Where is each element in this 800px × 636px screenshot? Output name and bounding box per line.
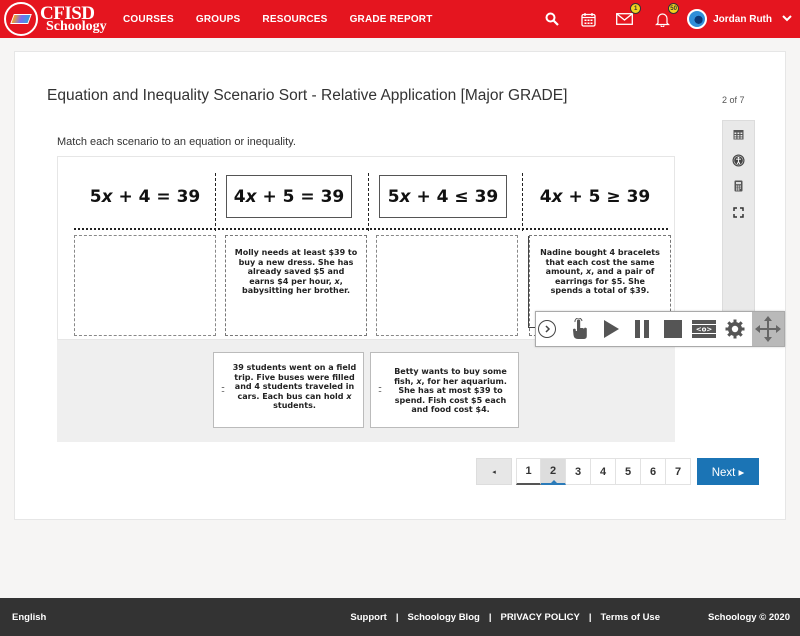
fullscreen-icon[interactable] xyxy=(723,199,754,225)
nav-courses[interactable]: COURSES xyxy=(123,14,174,25)
drop-zone-3[interactable] xyxy=(376,235,518,336)
column-divider xyxy=(368,173,369,231)
placed-scenario-card[interactable]: Nadine bought 4 bracelets that each cost… xyxy=(530,236,670,296)
toolbar-connector-line xyxy=(528,236,535,328)
page-title: Equation and Inequality Scenario Sort - … xyxy=(47,87,568,104)
collapse-toolbar-icon[interactable] xyxy=(538,320,556,338)
scenario-card-text: Betty wants to buy some fish, x, for her… xyxy=(394,367,507,415)
category-header-2: 4x + 5 = 39 xyxy=(226,175,352,218)
nav-grade-report[interactable]: GRADE REPORT xyxy=(350,14,433,25)
page-4-button[interactable]: 4 xyxy=(591,458,616,485)
graduation-cap-icon xyxy=(4,2,38,36)
assessment-card: Equation and Inequality Scenario Sort - … xyxy=(14,51,786,520)
language-selector[interactable]: English xyxy=(12,612,46,623)
messages-icon[interactable]: 1 xyxy=(615,3,642,28)
scenario-card-text: 39 students went on a field trip. Five b… xyxy=(232,363,357,411)
notifications-badge: 50 xyxy=(668,3,680,14)
drag-handle-icon[interactable]: :: xyxy=(221,385,225,394)
chevron-down-icon[interactable] xyxy=(782,14,792,25)
point-and-read-icon[interactable] xyxy=(564,312,595,346)
next-button[interactable]: Next ▸ xyxy=(697,458,759,485)
messages-badge: 1 xyxy=(630,3,642,14)
play-icon[interactable] xyxy=(595,312,626,346)
drop-zone-1[interactable] xyxy=(74,235,216,336)
category-header-4: 4x + 5 ≥ 39 xyxy=(539,186,651,207)
question-counter: 2 of 7 xyxy=(722,95,745,105)
question-pagination: ◂ 1 2 3 4 5 6 7 Next ▸ xyxy=(476,458,759,485)
screen-mask-icon[interactable]: <o> xyxy=(688,312,719,346)
scenario-card[interactable]: :: 39 students went on a field trip. Fiv… xyxy=(213,352,364,428)
read-aloud-toolbar: <o> xyxy=(535,311,785,347)
copyright-text: Schoology © 2020 xyxy=(708,612,790,623)
footer-support-link[interactable]: Support xyxy=(350,612,386,623)
page-7-button[interactable]: 7 xyxy=(666,458,691,485)
drag-handle-icon[interactable]: :: xyxy=(378,385,382,394)
user-name[interactable]: Jordan Ruth xyxy=(713,14,772,25)
category-header-1: 5x + 4 = 39 xyxy=(89,186,201,207)
scenario-card[interactable]: :: Betty wants to buy some fish, x, for … xyxy=(370,352,519,428)
column-divider xyxy=(522,173,523,231)
page-2-button[interactable]: 2 xyxy=(541,458,566,485)
footer-separator: | xyxy=(488,612,492,623)
page-5-button[interactable]: 5 xyxy=(616,458,641,485)
footer-blog-link[interactable]: Schoology Blog xyxy=(408,612,480,623)
top-navigation: CFISD Schoology COURSES GROUPS RESOURCES… xyxy=(0,0,800,38)
footer-privacy-link[interactable]: PRIVACY POLICY xyxy=(500,612,579,623)
page-3-button[interactable]: 3 xyxy=(566,458,591,485)
cfisd-schoology-logo[interactable]: CFISD Schoology xyxy=(4,1,108,37)
footer-separator: | xyxy=(588,612,592,623)
column-divider xyxy=(215,173,216,231)
pause-icon[interactable] xyxy=(626,312,657,346)
footer: English Support | Schoology Blog | PRIVA… xyxy=(0,598,800,636)
sort-question-area: 5x + 4 = 39 4x + 5 = 39 5x + 4 ≤ 39 4x +… xyxy=(57,156,675,442)
notifications-bell-icon[interactable]: 50 xyxy=(653,3,680,28)
category-header-3: 5x + 4 ≤ 39 xyxy=(379,175,507,218)
footer-separator: | xyxy=(395,612,399,623)
footer-terms-link[interactable]: Terms of Use xyxy=(601,612,660,623)
settings-gear-icon[interactable] xyxy=(719,312,750,346)
accessibility-icon[interactable] xyxy=(723,147,754,173)
user-avatar[interactable] xyxy=(687,9,708,29)
move-toolbar-icon[interactable] xyxy=(752,312,784,346)
drop-zone-3-content xyxy=(377,236,517,248)
calendar-tool-icon[interactable] xyxy=(723,121,754,147)
previous-page-button[interactable]: ◂ xyxy=(476,458,512,485)
search-icon[interactable] xyxy=(543,10,561,28)
page-6-button[interactable]: 6 xyxy=(641,458,666,485)
header-divider xyxy=(74,228,668,230)
instruction-text: Match each scenario to an equation or in… xyxy=(57,136,296,148)
drop-zone-1-content xyxy=(75,236,215,248)
page-1-button[interactable]: 1 xyxy=(516,458,541,485)
calculator-icon[interactable] xyxy=(723,173,754,199)
svg-text:<o>: <o> xyxy=(695,326,712,334)
drop-zone-2[interactable]: Molly needs at least $39 to buy a new dr… xyxy=(225,235,367,336)
nav-groups[interactable]: GROUPS xyxy=(196,14,241,25)
nav-resources[interactable]: RESOURCES xyxy=(262,14,327,25)
logo-text-schoology: Schoology xyxy=(46,19,107,34)
stop-icon[interactable] xyxy=(657,312,688,346)
calendar-icon[interactable] xyxy=(579,10,597,28)
placed-scenario-card[interactable]: Molly needs at least $39 to buy a new dr… xyxy=(226,236,366,296)
side-toolbar xyxy=(722,120,755,315)
